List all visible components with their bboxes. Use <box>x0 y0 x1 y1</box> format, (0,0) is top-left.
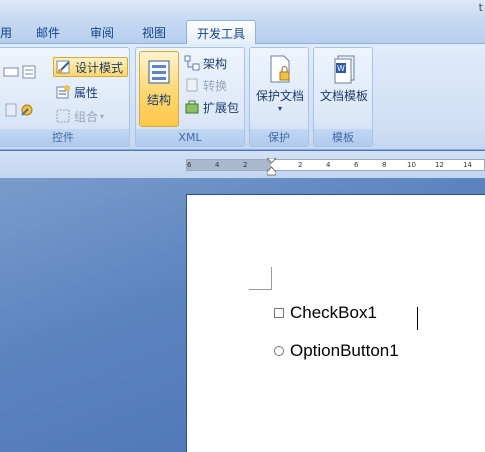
structure-icon <box>148 60 170 84</box>
protect-document-button[interactable]: 保护文档 ▾ <box>252 54 308 113</box>
margin-corner-mark <box>249 289 272 290</box>
list-icon <box>22 65 36 79</box>
design-mode-label: 设计模式 <box>75 60 124 75</box>
protect-document-label: 保护文档 <box>255 89 304 103</box>
tools-icon <box>21 104 33 116</box>
document-page[interactable]: CheckBox1 OptionButton1 <box>186 194 485 452</box>
document-template-label: 文档模板 <box>319 89 368 103</box>
tab-developer[interactable]: 开发工具 <box>186 20 257 45</box>
textbox-icon <box>3 67 19 77</box>
ruler-tick: 2 <box>243 161 248 169</box>
schema-label: 架构 <box>203 56 228 71</box>
templates-group-label: 模板 <box>314 129 372 146</box>
properties-icon <box>56 85 70 99</box>
chevron-down-icon: ▾ <box>277 104 282 113</box>
protect-group-label: 保护 <box>250 129 308 146</box>
controls-group: 设计模式 属性 组合 ▾ 控件 <box>0 47 130 147</box>
ruler-tick: 10 <box>407 161 416 169</box>
control-textbox-button[interactable] <box>3 62 22 82</box>
group-label: 组合 <box>74 109 99 124</box>
protect-document-icon <box>270 55 290 83</box>
schema-icon <box>184 55 200 71</box>
checkbox-control[interactable]: CheckBox1 <box>274 303 377 323</box>
ruler-tick: 12 <box>435 161 444 169</box>
text-cursor <box>417 307 418 330</box>
control-list-button[interactable] <box>21 62 40 82</box>
document-template-icon: W <box>334 55 355 84</box>
ruler-tick: 4 <box>215 161 220 169</box>
ruler-tick: 6 <box>187 161 192 169</box>
ruler-tick: 2 <box>298 161 303 169</box>
checkbox-box[interactable] <box>274 308 284 318</box>
expansion-pack-button[interactable]: 扩展包 <box>184 97 239 117</box>
ribbon: 设计模式 属性 组合 ▾ 控件 结构 架构 转换 扩展包 XML 保护文档 ▾ … <box>0 44 485 150</box>
design-mode-button[interactable]: 设计模式 <box>53 57 129 77</box>
margin-corner-mark <box>271 267 272 290</box>
structure-button[interactable]: 结构 <box>139 51 179 127</box>
checkbox-label: CheckBox1 <box>290 303 377 322</box>
structure-label: 结构 <box>146 93 171 107</box>
document-template-button[interactable]: W 文档模板 <box>316 54 372 104</box>
group-icon <box>56 109 70 123</box>
indent-marker-icon[interactable] <box>267 158 276 176</box>
schema-button[interactable]: 架构 <box>184 53 227 73</box>
ruler-tick: 8 <box>382 161 387 169</box>
horizontal-ruler[interactable]: 6 4 2 2 4 6 8 10 12 14 <box>186 158 485 176</box>
properties-button[interactable]: 属性 <box>55 82 98 102</box>
properties-label: 属性 <box>74 85 99 100</box>
xml-group: 结构 架构 转换 扩展包 XML <box>135 47 245 147</box>
expansion-pack-label: 扩展包 <box>203 100 240 115</box>
title-bar: t <box>0 0 485 18</box>
ribbon-tabs: 用 邮件 审阅 视图 开发工具 <box>0 18 485 45</box>
transform-icon <box>186 78 198 92</box>
expansion-pack-icon <box>185 100 199 114</box>
design-mode-icon <box>56 60 70 74</box>
ruler-tick: 14 <box>463 161 472 169</box>
controls-group-label: 控件 <box>0 129 129 146</box>
tab-partial[interactable]: 用 <box>0 24 12 41</box>
ruler-area: 6 4 2 2 4 6 8 10 12 14 <box>0 151 485 178</box>
radio-circle[interactable] <box>274 346 284 356</box>
ruler-tick: 4 <box>326 161 331 169</box>
ruler-left-margin <box>187 160 271 170</box>
chevron-down-icon: ▾ <box>100 111 105 121</box>
group-button[interactable]: 组合 ▾ <box>55 106 104 126</box>
option-button-label: OptionButton1 <box>290 341 399 360</box>
tab-view[interactable]: 视图 <box>142 24 166 41</box>
tab-review[interactable]: 审阅 <box>90 24 114 41</box>
svg-text:W: W <box>337 64 345 73</box>
templates-group: W 文档模板 模板 <box>313 47 373 147</box>
tab-mailings[interactable]: 邮件 <box>36 24 60 41</box>
window-title: t <box>478 1 483 14</box>
transform-label: 转换 <box>203 78 228 93</box>
xml-group-label: XML <box>136 129 244 146</box>
option-button-control[interactable]: OptionButton1 <box>274 341 399 361</box>
image-icon <box>5 103 17 117</box>
legacy-tools-button[interactable] <box>19 100 38 120</box>
ruler-tick: 6 <box>354 161 359 169</box>
transform-button[interactable]: 转换 <box>184 75 227 95</box>
protect-group: 保护文档 ▾ 保护 <box>249 47 309 147</box>
